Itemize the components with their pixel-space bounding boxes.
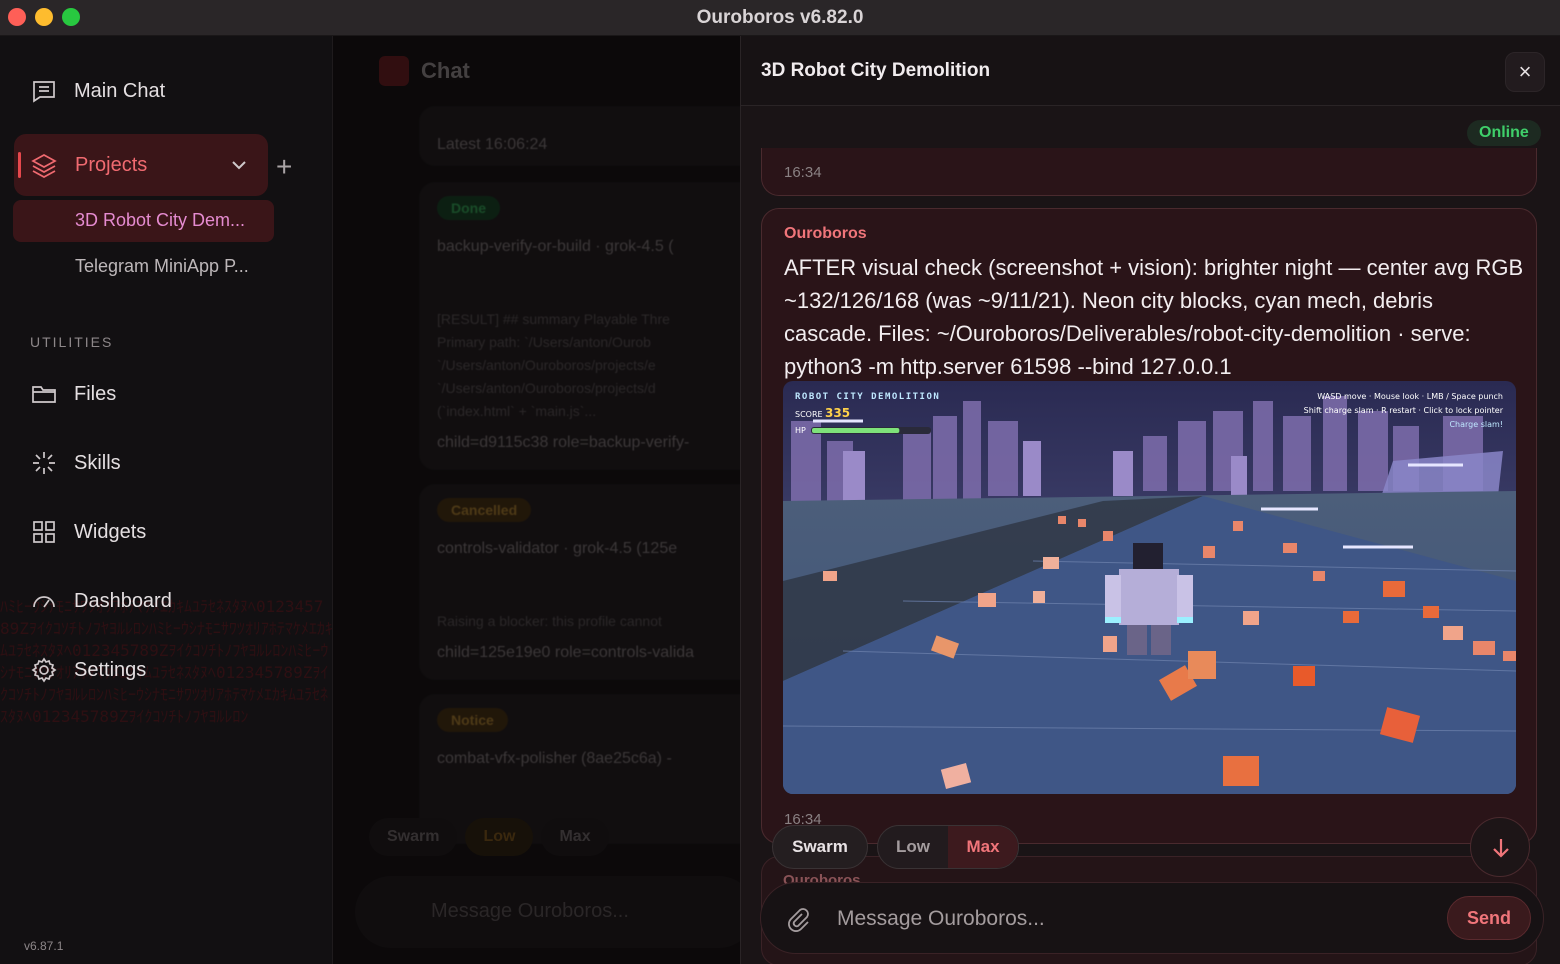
- nav-dashboard[interactable]: Dashboard: [30, 587, 172, 615]
- effort-toggle: Low Max: [877, 825, 1019, 869]
- nav-files-label: Files: [74, 382, 117, 405]
- scroll-to-bottom-button[interactable]: [1470, 817, 1530, 877]
- project-item[interactable]: Telegram MiniApp P...: [75, 256, 249, 277]
- message-author: Ouroboros: [784, 225, 867, 242]
- message-card: Ouroboros AFTER visual check (screenshot…: [761, 208, 1537, 844]
- mode-swarm-button[interactable]: Swarm: [772, 825, 868, 869]
- sidebar: ﾊﾐﾋｰｳｼﾅﾓﾆｻﾜﾂｵﾘｱﾎﾃﾏｹﾒｴｶｷﾑﾕﾗｾﾈｽﾀﾇﾍ01234578…: [0, 36, 333, 964]
- panel-title: 3D Robot City Demolition: [761, 60, 991, 81]
- game-help-line: WASD move · Mouse look · LMB / Space pun…: [1317, 392, 1503, 401]
- title-bar: Ouroboros v6.82.0: [0, 0, 1560, 36]
- close-icon: ×: [1518, 59, 1532, 84]
- nav-skills-label: Skills: [74, 451, 121, 474]
- game-hud-score: 335: [825, 406, 850, 420]
- game-hud-hp-label: HP: [795, 426, 806, 435]
- window-controls: [8, 8, 80, 26]
- minimize-window-button[interactable]: [35, 8, 53, 26]
- layers-icon: [31, 154, 57, 178]
- message-composer: Send: [760, 882, 1544, 954]
- game-hud-title: ROBOT CITY DEMOLITION: [795, 392, 940, 402]
- matrix-background: ﾊﾐﾋｰｳｼﾅﾓﾆｻﾜﾂｵﾘｱﾎﾃﾏｹﾒｴｶｷﾑﾕﾗｾﾈｽﾀﾇﾍ01234578…: [0, 597, 333, 726]
- mode-low-button[interactable]: Low: [878, 826, 948, 868]
- nav-widgets[interactable]: Widgets: [30, 518, 146, 546]
- folder-icon: [32, 386, 56, 403]
- add-project-button[interactable]: +: [276, 151, 292, 183]
- nav-main-chat[interactable]: Main Chat: [30, 77, 165, 105]
- message-text: AFTER visual check (screenshot + vision)…: [784, 255, 1524, 379]
- message-input[interactable]: [837, 903, 1417, 935]
- close-window-button[interactable]: [8, 8, 26, 26]
- chevron-down-icon[interactable]: [230, 156, 248, 174]
- project-item-active[interactable]: 3D Robot City Dem...: [13, 200, 274, 242]
- project-panel: 3D Robot City Demolition × Online 16:34 …: [740, 36, 1560, 964]
- nav-main-chat-label: Main Chat: [74, 79, 166, 102]
- sparkle-icon: [33, 452, 55, 474]
- nav-projects-label: Projects: [75, 153, 148, 176]
- close-panel-button[interactable]: ×: [1505, 52, 1545, 92]
- chat-column: Chat Latest 16:06:24 Done backup-verify-…: [333, 36, 740, 964]
- chat-icon: [33, 81, 55, 103]
- grid-icon: [33, 521, 55, 543]
- nav-projects[interactable]: Projects: [14, 134, 268, 196]
- mode-max-button[interactable]: Max: [948, 826, 1018, 868]
- paperclip-icon[interactable]: [783, 905, 811, 933]
- window-title: Ouroboros v6.82.0: [696, 6, 864, 28]
- nav-skills[interactable]: Skills: [30, 449, 121, 477]
- nav-files[interactable]: Files: [30, 380, 116, 408]
- game-screenshot[interactable]: ROBOT CITY DEMOLITION SCORE 335 HP WASD …: [783, 381, 1516, 794]
- zoom-window-button[interactable]: [62, 8, 80, 26]
- nav-widgets-label: Widgets: [74, 520, 147, 543]
- game-hp-bar: [812, 428, 900, 433]
- game-hud-score-label: SCORE: [795, 410, 823, 419]
- nav-settings-label: Settings: [74, 658, 147, 681]
- game-help-line: Shift charge slam · R restart · Click to…: [1304, 406, 1504, 415]
- nav-settings[interactable]: Settings: [30, 656, 146, 684]
- arrow-down-icon: [1493, 839, 1509, 858]
- nav-dashboard-label: Dashboard: [74, 589, 172, 612]
- app-version: v6.87.1: [24, 939, 64, 953]
- dim-overlay[interactable]: [333, 36, 740, 964]
- message-card: 16:34: [761, 148, 1537, 196]
- utilities-heading: UTILITIES: [30, 334, 114, 350]
- game-help-line: Charge slam!: [1449, 420, 1503, 429]
- message-time: 16:34: [784, 164, 822, 181]
- gauge-icon: [33, 596, 55, 608]
- status-badge: Online: [1467, 120, 1541, 146]
- send-button[interactable]: Send: [1447, 896, 1531, 940]
- gear-icon: [31, 657, 57, 683]
- panel-header: 3D Robot City Demolition ×: [741, 36, 1560, 106]
- active-indicator: [18, 152, 21, 178]
